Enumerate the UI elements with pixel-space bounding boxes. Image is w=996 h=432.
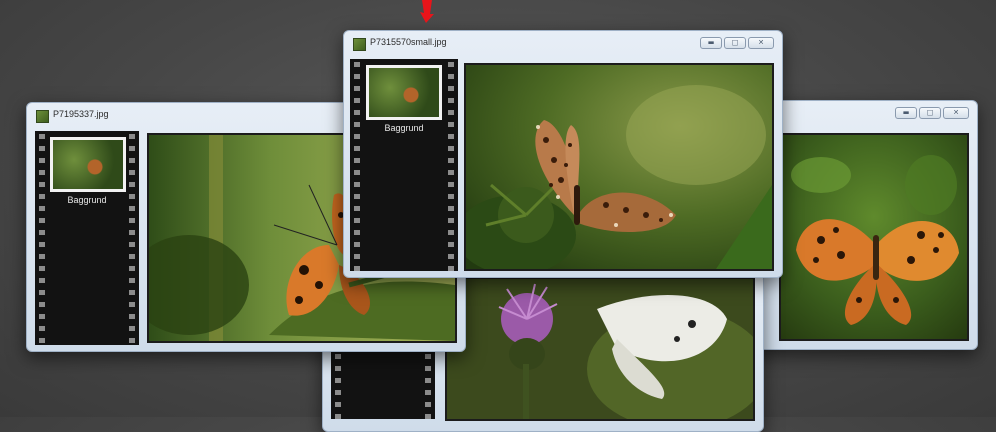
thumbnail-label: Baggrund bbox=[67, 195, 107, 205]
minimize-button[interactable]: ▬ bbox=[700, 37, 722, 49]
titlebar-center[interactable]: P7315570small.jpg ▬ □ ✕ bbox=[344, 31, 782, 57]
close-button[interactable]: ✕ bbox=[748, 37, 774, 49]
window-title: P7315570small.jpg bbox=[370, 37, 447, 47]
filmstrip-left: Baggrund bbox=[35, 131, 139, 345]
image-file-icon bbox=[353, 38, 366, 51]
window-title: P7195337.jpg bbox=[53, 109, 109, 119]
close-icon: ✕ bbox=[758, 38, 764, 47]
maximize-icon: □ bbox=[926, 108, 934, 117]
thumbnail-baggrund[interactable] bbox=[366, 65, 442, 120]
butterfly-photo-right bbox=[779, 133, 969, 341]
red-arrow-pointer bbox=[420, 0, 434, 23]
minimize-icon: ▬ bbox=[707, 38, 715, 47]
maximize-icon: □ bbox=[731, 38, 739, 47]
close-icon: ✕ bbox=[953, 108, 959, 117]
butterfly-photo-center bbox=[464, 63, 774, 271]
thumbnail-label: Baggrund bbox=[384, 123, 424, 133]
maximize-button[interactable]: □ bbox=[724, 37, 746, 49]
butterfly-photo-bottom bbox=[445, 277, 755, 421]
close-button[interactable]: ✕ bbox=[943, 107, 969, 119]
filmstrip-center: Baggrund bbox=[350, 59, 458, 271]
image-file-icon bbox=[36, 110, 49, 123]
window-center[interactable]: P7315570small.jpg ▬ □ ✕ Baggrund bbox=[343, 30, 783, 278]
maximize-button[interactable]: □ bbox=[919, 107, 941, 119]
minimize-button[interactable]: ▬ bbox=[895, 107, 917, 119]
minimize-icon: ▬ bbox=[902, 108, 910, 117]
thumbnail-baggrund[interactable] bbox=[50, 137, 126, 192]
